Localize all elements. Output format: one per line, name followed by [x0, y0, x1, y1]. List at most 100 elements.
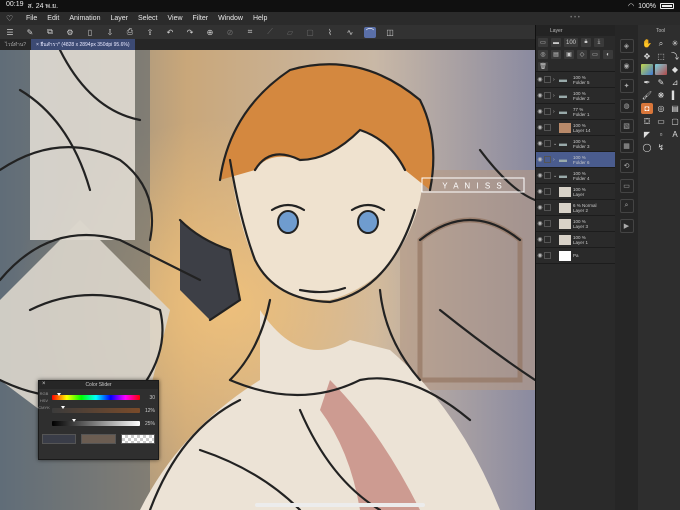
opacity-value[interactable]: 100 [564, 38, 578, 47]
main-color-icon[interactable] [641, 64, 653, 75]
layer-lock-checkbox[interactable] [544, 188, 551, 195]
menu-window[interactable]: Window [218, 15, 243, 22]
gradient-icon[interactable]: ▤ [669, 103, 680, 114]
eye-icon[interactable]: ◉ [536, 140, 544, 147]
tab-hsv[interactable]: HSV [40, 398, 48, 403]
hue-slider[interactable] [52, 393, 140, 400]
delete-layer-icon[interactable]: 🗑︎ [538, 62, 548, 71]
ruler-icon[interactable]: ⟋ [264, 27, 276, 38]
layer-lock-checkbox[interactable] [544, 156, 551, 163]
crop-icon[interactable]: ⌗ [244, 27, 256, 38]
layer-row[interactable]: ◉ › ▬ 100 % Folder 2 [536, 88, 615, 104]
pencil-icon[interactable]: ✎ [655, 77, 667, 88]
hamburger-icon[interactable]: ☰ [4, 27, 16, 38]
new-raster-layer-icon[interactable]: ▣ [564, 50, 574, 59]
layer-row[interactable]: ◉ 100 % Layer 14 [536, 120, 615, 136]
layer-row[interactable]: ◉ ⌄ ▬ 100 % Folder 4 [536, 168, 615, 184]
layer-icon[interactable]: ◫ [384, 27, 396, 38]
eye-icon[interactable]: ◉ [536, 236, 544, 243]
transparent-color-swatch[interactable] [120, 434, 155, 444]
opacity-slider-icon[interactable]: ▬ [551, 38, 561, 47]
layer-row[interactable]: ◉ 100 % Layer [536, 184, 615, 200]
layer-lock-checkbox[interactable] [544, 236, 551, 243]
color-set-icon[interactable]: ▦ [619, 139, 634, 153]
transform-icon[interactable]: ⊕ [204, 27, 216, 38]
hue-knob[interactable] [57, 393, 62, 396]
panel-drag-handle[interactable]: • • • [535, 15, 615, 21]
menu-view[interactable]: View [167, 15, 182, 22]
pen-icon[interactable]: ✒ [641, 77, 653, 88]
navigator-icon[interactable]: ◉ [619, 59, 634, 73]
layer-lock-checkbox[interactable] [544, 92, 551, 99]
eye-icon[interactable]: ◉ [536, 252, 544, 259]
ruler-tool-icon[interactable]: ◤ [641, 129, 653, 140]
reference-icon[interactable]: ◎ [538, 50, 548, 59]
tab-document-2[interactable]: × ยืนสำรา* (4828 x 2894px 350dpi 95.6%) [31, 39, 135, 50]
airbrush-icon[interactable]: ⊿ [669, 77, 680, 88]
frame-icon[interactable]: ▢ [669, 116, 680, 127]
clip-icon[interactable]: ⤓ [594, 38, 604, 47]
selection-icon[interactable]: ⬚ [655, 51, 667, 62]
layer-row[interactable]: ◉ 100 % Layer 1 [536, 232, 615, 248]
menu-filter[interactable]: Filter [193, 15, 209, 22]
rotate-icon[interactable]: ✳ [669, 38, 680, 49]
redo-icon[interactable]: ↷ [184, 27, 196, 38]
layer-row[interactable]: ◉ 6 % Normal Layer 2 [536, 200, 615, 216]
text-icon[interactable]: A [669, 129, 680, 140]
correction-icon[interactable]: ↯ [655, 142, 667, 153]
zoom-icon[interactable]: ⌕ [655, 38, 667, 49]
new-folder-icon[interactable]: ▭ [590, 50, 600, 59]
layer-lock-checkbox[interactable] [544, 108, 551, 115]
lock-icon[interactable]: 🔒︎ [581, 38, 591, 47]
subtool-detail-icon[interactable]: ✦ [619, 79, 634, 93]
decoration-icon[interactable]: ❋ [655, 90, 667, 101]
blend-icon[interactable]: ∿ [344, 27, 356, 38]
layer-lock-checkbox[interactable] [544, 220, 551, 227]
layer-lock-checkbox[interactable] [544, 172, 551, 179]
brush-tool-icon[interactable]: 🖌︎ [641, 90, 653, 101]
value-slider[interactable] [52, 419, 140, 426]
layer-row[interactable]: ◉ 100 % Layer 3 [536, 216, 615, 232]
layer-lock-checkbox[interactable] [544, 140, 551, 147]
menu-help[interactable]: Help [253, 15, 267, 22]
save-icon[interactable]: ⇩ [104, 27, 116, 38]
layer-property-icon[interactable]: ◈ [619, 39, 634, 53]
print-icon[interactable]: ⎙ [124, 27, 136, 38]
balloon-icon[interactable]: ◯ [641, 142, 653, 153]
layer-row[interactable]: ◉ ⌄ ▬ 100 % Folder 3 [536, 136, 615, 152]
eye-icon[interactable]: ◉ [536, 156, 544, 163]
eye-icon[interactable]: ◉ [536, 108, 544, 115]
move-icon[interactable]: ✥ [641, 51, 653, 62]
fill-icon[interactable]: ◆ [669, 64, 680, 75]
menu-animation[interactable]: Animation [69, 15, 100, 22]
color-slider-header[interactable]: × Color Slider [39, 381, 158, 389]
home-indicator[interactable] [255, 503, 425, 507]
color-wheel-icon[interactable]: ◍ [619, 99, 634, 113]
new-doc-icon[interactable]: ▯ [84, 27, 96, 38]
eye-icon[interactable]: ◉ [536, 204, 544, 211]
sub-color-icon[interactable] [655, 64, 667, 75]
auto-action-icon[interactable]: ▶ [619, 219, 634, 233]
select-icon[interactable]: ▢ [304, 27, 316, 38]
figure-icon[interactable]: ▭ [655, 116, 667, 127]
eye-icon[interactable]: ◉ [536, 188, 544, 195]
layer-lock-checkbox[interactable] [544, 204, 551, 211]
new-vector-layer-icon[interactable]: ◇ [577, 50, 587, 59]
settings-icon[interactable]: ⚙ [64, 27, 76, 38]
bucket-icon[interactable]: ⛋ [641, 116, 653, 127]
value-knob[interactable] [72, 419, 76, 422]
draft-icon[interactable]: ▤ [551, 50, 561, 59]
menu-file[interactable]: File [26, 15, 37, 22]
blend-tool-icon[interactable]: ◎ [655, 103, 667, 114]
pen-tool-icon[interactable]: ✎ [24, 27, 36, 38]
eye-icon[interactable]: ◉ [536, 76, 544, 83]
folder-icon[interactable]: ▭ [619, 179, 634, 193]
perspective-icon[interactable]: ▱ [284, 27, 296, 38]
eyedropper-icon[interactable]: ⤵ [669, 51, 680, 62]
color-slider-window[interactable]: × Color Slider RGB HSV CMYK 30 12% 25% [38, 380, 159, 460]
layer-row[interactable]: ◉ Pa [536, 248, 615, 264]
menu-layer[interactable]: Layer [110, 15, 128, 22]
layer-row[interactable]: ◉ › ▬ 100 % Folder 5 [536, 72, 615, 88]
export-icon[interactable]: ⇪ [144, 27, 156, 38]
operation-icon[interactable]: ▫ [655, 129, 667, 140]
